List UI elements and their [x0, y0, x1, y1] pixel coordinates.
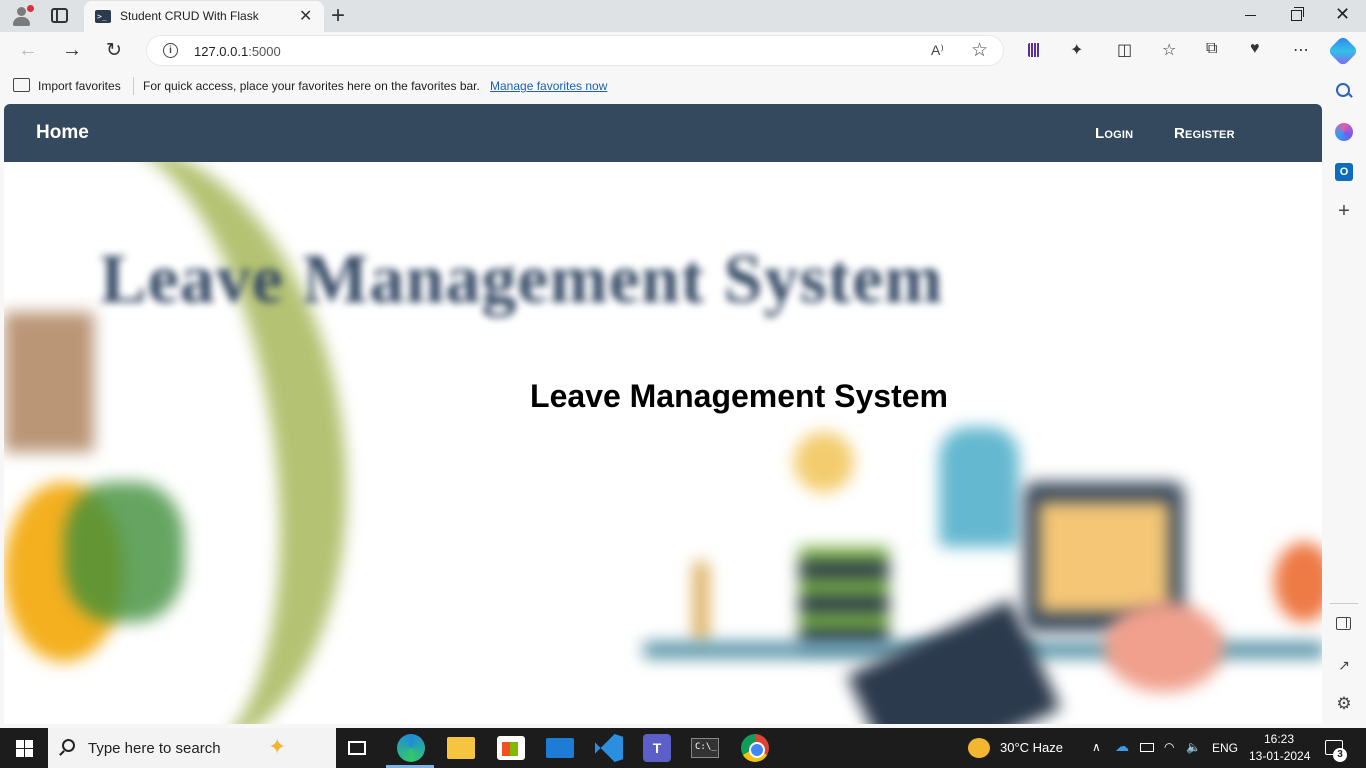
back-icon[interactable]: ← [18, 39, 38, 62]
weather-haze-icon[interactable] [968, 738, 990, 758]
url-port: :5000 [248, 44, 281, 59]
import-favorites-label[interactable]: Import favorites [38, 79, 121, 93]
split-screen-icon[interactable]: ◫ [1117, 40, 1132, 60]
hero-background-text: Leave Management System [100, 241, 944, 318]
vscode-app-icon[interactable] [595, 734, 623, 762]
tab-actions-icon[interactable] [51, 8, 68, 23]
windows-start-icon[interactable] [16, 740, 33, 757]
favorites-bar: Import favorites For quick access, place… [0, 70, 1328, 102]
taskbar-search-placeholder: Type here to search [88, 740, 221, 757]
browser-title-bar: >_ Student CRUD With Flask ✕ + ✕ [0, 0, 1366, 32]
extension-purple-icon[interactable] [1028, 43, 1040, 57]
hero-section: Leave Management System Leave Management… [4, 162, 1322, 724]
new-tab-button[interactable]: + [331, 2, 345, 30]
close-tab-icon[interactable]: ✕ [299, 6, 312, 26]
read-aloud-icon[interactable]: A⁾ [931, 42, 944, 59]
collections-icon[interactable]: ⧉ [1206, 40, 1217, 58]
search-icon [62, 739, 75, 752]
hero-image-shape [1274, 542, 1322, 622]
hero-image-shape [794, 432, 854, 492]
edge-app-icon[interactable] [397, 734, 425, 762]
site-info-icon[interactable]: i [163, 43, 178, 58]
restore-button[interactable] [1291, 7, 1304, 21]
more-options-icon[interactable]: ⋯ [1293, 40, 1309, 60]
wifi-icon[interactable]: ◠ [1164, 740, 1174, 754]
hero-image-screen [1039, 502, 1169, 612]
volume-icon[interactable]: 🔈 [1186, 740, 1201, 754]
hero-image-books [799, 547, 889, 647]
sidebar-popout-icon[interactable]: ↗ [1335, 657, 1353, 675]
sidebar-search-icon[interactable] [1335, 82, 1353, 100]
windows-taskbar: Type here to search ✦ T C:\_ 30°C Haze ∧… [0, 728, 1366, 768]
forward-icon[interactable]: → [62, 39, 82, 62]
sidebar-settings-icon[interactable]: ⚙ [1335, 695, 1353, 713]
input-language[interactable]: ENG [1212, 741, 1238, 755]
favorites-divider [133, 77, 134, 95]
show-hidden-icons-icon[interactable]: ∧ [1092, 740, 1101, 754]
tab-title: Student CRUD With Flask [120, 9, 259, 23]
edge-sidebar: O + ↗ ⚙ [1322, 70, 1366, 728]
task-view-icon[interactable] [348, 741, 366, 755]
clock-date[interactable]: 13-01-2024 [1249, 749, 1310, 763]
microsoft-store-icon[interactable] [497, 736, 525, 760]
teams-app-icon[interactable]: T [643, 734, 671, 762]
nav-home-link[interactable]: Home [36, 122, 89, 144]
hero-image-shape [694, 562, 708, 642]
clock-time[interactable]: 16:23 [1264, 732, 1294, 746]
taskbar-search-input[interactable]: Type here to search ✦ [48, 728, 336, 768]
browser-tab[interactable]: >_ Student CRUD With Flask ✕ [84, 1, 324, 32]
sidebar-divider [1330, 603, 1358, 604]
add-favorite-icon[interactable]: ☆ [971, 39, 988, 62]
favorites-icon[interactable]: ☆ [1162, 40, 1176, 60]
file-explorer-icon[interactable] [447, 737, 475, 759]
url-text[interactable]: 127.0.0.1:5000 [194, 44, 281, 59]
nav-register-link[interactable]: Register [1174, 125, 1235, 142]
notifications-badge: 3 [1333, 748, 1347, 762]
hero-image-lock [939, 427, 1019, 547]
site-navbar: Home Login Register [4, 104, 1322, 162]
address-bar[interactable]: i 127.0.0.1:5000 A⁾ ☆ [146, 35, 1004, 66]
mail-app-icon[interactable] [546, 738, 574, 758]
hero-image-shape [64, 482, 184, 622]
battery-icon[interactable] [1140, 743, 1154, 752]
reload-icon[interactable]: ↻ [106, 39, 122, 62]
window-close-button[interactable]: ✕ [1335, 4, 1350, 25]
sidebar-outlook-icon[interactable]: O [1335, 163, 1353, 181]
url-host: 127.0.0.1 [194, 44, 249, 59]
minimize-button[interactable] [1245, 15, 1256, 16]
chrome-app-icon[interactable] [741, 734, 769, 762]
browser-essentials-icon[interactable]: ♥ [1250, 40, 1260, 58]
browser-toolbar: ← → ↻ i 127.0.0.1:5000 A⁾ ☆ ✦ ◫ ☆ ⧉ ♥ ⋯ [0, 32, 1366, 70]
page-title: Leave Management System [530, 378, 948, 414]
sidebar-panel-icon[interactable] [1336, 617, 1351, 630]
hero-image-hand [1104, 602, 1224, 692]
sidebar-copilot-icon[interactable] [1335, 123, 1353, 141]
sidebar-add-icon[interactable]: + [1335, 201, 1353, 221]
nav-login-link[interactable]: Login [1095, 125, 1133, 142]
favorites-hint: For quick access, place your favorites h… [143, 79, 480, 93]
profile-icon[interactable] [10, 5, 34, 27]
onedrive-icon[interactable]: ☁ [1115, 738, 1129, 755]
terminal-favicon-icon: >_ [95, 10, 111, 23]
page-viewport: Home Login Register Leave Management Sys… [4, 104, 1322, 724]
manage-favorites-link[interactable]: Manage favorites now [490, 79, 607, 93]
import-favorites-icon[interactable] [13, 78, 30, 92]
search-highlight-icon: ✦ [268, 734, 287, 759]
terminal-app-icon[interactable]: C:\_ [691, 738, 719, 758]
weather-text[interactable]: 30°C Haze [1000, 740, 1063, 755]
extensions-icon[interactable]: ✦ [1070, 40, 1083, 60]
